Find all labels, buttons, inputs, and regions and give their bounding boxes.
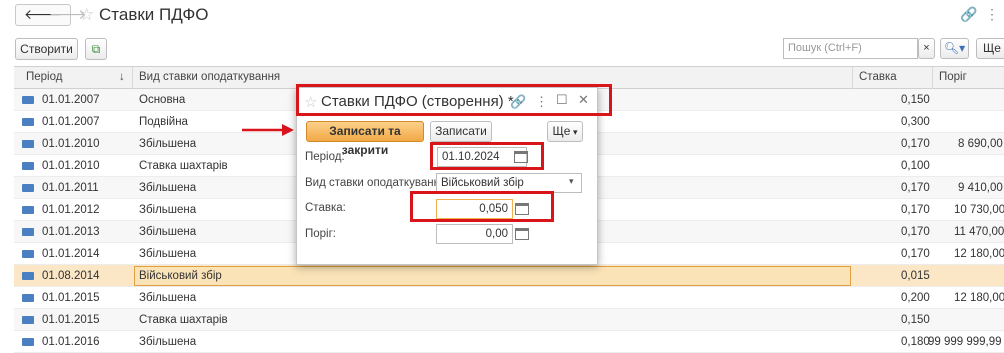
record-icon <box>22 206 34 214</box>
record-icon <box>22 294 34 302</box>
cell-period: 01.01.2015 <box>42 314 100 326</box>
clear-search-button[interactable]: × <box>918 38 935 59</box>
cell-rate: 0,200 <box>901 292 930 304</box>
record-icon <box>22 272 34 280</box>
cell-threshold: 10 730,00 <box>954 204 1004 216</box>
kind-value: Військовий збір <box>441 177 524 189</box>
cell-rate: 0,170 <box>901 182 930 194</box>
record-icon <box>22 140 34 148</box>
cell-kind: Збільшена <box>139 248 197 260</box>
cell-kind: Ставка шахтарів <box>139 314 228 326</box>
cell-kind: Ставка шахтарів <box>139 160 228 172</box>
kind-label: Вид ставки оподаткування: <box>305 177 450 189</box>
cell-threshold: 9 410,00 <box>958 182 1003 194</box>
copy-button[interactable]: ⧉ <box>85 38 107 60</box>
cell-kind: Військовий збір <box>139 270 222 282</box>
cell-kind: Збільшена <box>139 292 197 304</box>
cell-rate: 0,150 <box>901 314 930 326</box>
page-title: Ставки ПДФО <box>99 5 209 24</box>
selected-cell <box>134 266 851 286</box>
cell-period: 01.01.2011 <box>42 182 99 194</box>
save-and-close-button[interactable]: Записати та закрити <box>306 121 424 157</box>
record-icon <box>22 184 34 192</box>
record-icon <box>22 162 34 170</box>
cell-threshold: 11 470,00 <box>954 226 1004 238</box>
sort-desc-icon[interactable]: ↓ <box>119 71 125 83</box>
table-row[interactable]: 01.01.2016 Збільшена 0,180 99 999 999,99 <box>14 331 1004 353</box>
cell-period: 01.01.2012 <box>42 204 100 216</box>
kind-select[interactable]: Військовий збір <box>436 173 582 193</box>
cell-threshold: 12 180,00 <box>954 248 1004 260</box>
column-threshold[interactable]: Поріг <box>939 71 967 83</box>
column-kind[interactable]: Вид ставки оподаткування <box>139 71 280 83</box>
favorite-star-icon[interactable]: ☆ <box>79 5 94 25</box>
cell-rate: 0,170 <box>901 226 930 238</box>
cell-period: 01.01.2015 <box>42 292 100 304</box>
title-bar: 🡐 🡒 ☆ Ставки ПДФО 🔗 ⋮ <box>0 0 1004 32</box>
cell-rate: 0,170 <box>901 248 930 260</box>
cell-threshold: 12 180,00 <box>954 292 1004 304</box>
cell-rate: 0,180 <box>901 336 930 348</box>
cell-kind: Основна <box>139 94 186 106</box>
cell-kind: Збільшена <box>139 226 197 238</box>
rate-label: Ставка: <box>305 202 346 214</box>
cell-period: 01.01.2010 <box>42 160 100 172</box>
cell-kind: Збільшена <box>139 336 197 348</box>
record-icon <box>22 228 34 236</box>
threshold-value: 0,00 <box>485 228 508 240</box>
cell-kind: Збільшена <box>139 138 197 150</box>
period-label: Період: <box>305 151 345 163</box>
cell-kind: Збільшена <box>139 182 197 194</box>
record-icon <box>22 250 34 258</box>
cell-rate: 0,300 <box>901 116 930 128</box>
cell-period: 01.01.2014 <box>42 248 100 260</box>
cell-period: 01.01.2016 <box>42 336 100 348</box>
chevron-down-icon[interactable]: ▾ <box>569 176 574 187</box>
record-icon <box>22 316 34 324</box>
column-period[interactable]: Період <box>26 71 62 83</box>
more-menu-icon[interactable]: ⋮ <box>985 6 999 23</box>
record-icon <box>22 96 34 104</box>
cell-period: 01.01.2007 <box>42 94 100 106</box>
cell-kind: Збільшена <box>139 204 197 216</box>
link-icon[interactable]: 🔗 <box>960 6 977 23</box>
annotation-arrow-icon <box>242 124 294 136</box>
cell-rate: 0,100 <box>901 160 930 172</box>
save-button[interactable]: Записати <box>430 121 492 142</box>
cell-period: 01.08.2014 <box>42 270 100 282</box>
record-icon <box>22 118 34 126</box>
cell-threshold: 8 690,00 <box>958 138 1003 150</box>
calculator-icon[interactable] <box>515 228 529 240</box>
cell-rate: 0,015 <box>901 270 930 282</box>
create-button[interactable]: Створити <box>15 38 78 60</box>
table-row-selected[interactable]: 01.08.2014 Військовий збір 0,015 <box>14 265 1004 287</box>
threshold-label: Поріг: <box>305 228 337 240</box>
highlight-period-field <box>430 142 544 170</box>
cell-rate: 0,170 <box>901 138 930 150</box>
chevron-down-icon: ▾ <box>570 127 578 137</box>
search-icon: 🔍︎▾ <box>943 41 966 55</box>
cell-threshold: 99 999 999,99 <box>928 336 1002 348</box>
nav-buttons: 🡐 🡒 <box>15 4 87 26</box>
cell-rate: 0,150 <box>901 94 930 106</box>
cell-period: 01.01.2013 <box>42 226 100 238</box>
cell-kind: Подвійна <box>139 116 188 128</box>
table-row[interactable]: 01.01.2015 Збільшена 0,200 12 180,00 <box>14 287 1004 309</box>
highlight-dialog-header <box>296 84 612 116</box>
dialog-more-label: Ще <box>552 124 571 138</box>
search-button[interactable]: 🔍︎▾ <box>940 38 969 59</box>
more-button[interactable]: Ще <box>976 38 1004 59</box>
column-rate[interactable]: Ставка <box>859 71 897 83</box>
table-row[interactable]: 01.01.2015 Ставка шахтарів 0,150 <box>14 309 1004 331</box>
threshold-field[interactable]: 0,00 <box>436 224 513 244</box>
dialog-more-button[interactable]: Ще ▾ <box>547 121 583 142</box>
cell-rate: 0,170 <box>901 204 930 216</box>
cell-period: 01.01.2007 <box>42 116 100 128</box>
close-icon: × <box>923 42 930 54</box>
highlight-rate-field <box>410 191 554 222</box>
search-input[interactable]: Пошук (Ctrl+F) <box>783 38 918 59</box>
cell-period: 01.01.2010 <box>42 138 100 150</box>
copy-icon: ⧉ <box>91 42 101 56</box>
